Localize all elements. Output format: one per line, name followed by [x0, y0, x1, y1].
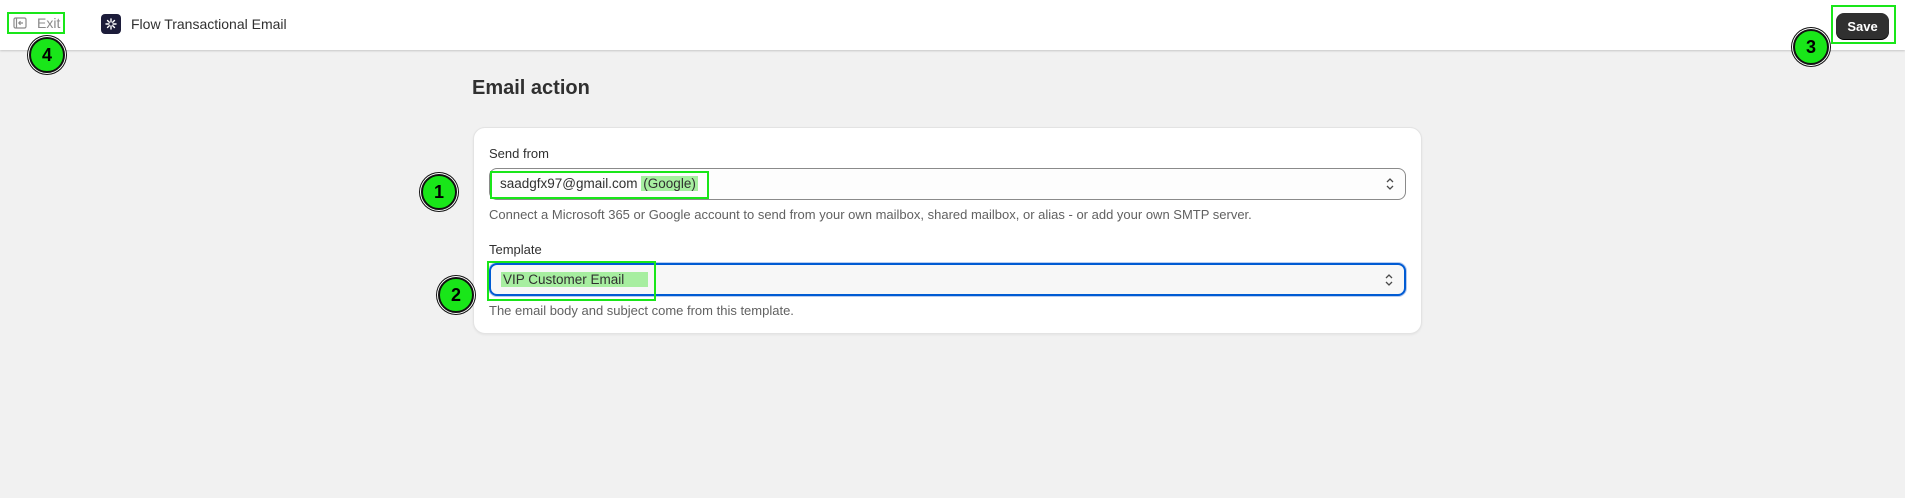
- send-from-email: saadgfx97@gmail.com: [500, 176, 638, 191]
- send-from-provider: (Google): [641, 176, 698, 191]
- template-value-text: VIP Customer Email: [501, 272, 649, 287]
- top-bar: Exit Flow Transactional Email Save: [0, 0, 1905, 50]
- annotation-marker-4: 4: [29, 37, 65, 73]
- app-title-text: Flow Transactional Email: [131, 16, 287, 32]
- app-title: Flow Transactional Email: [101, 14, 287, 34]
- annotation-marker-2: 2: [438, 277, 474, 313]
- save-button-highlight: Save: [1831, 5, 1896, 44]
- chevron-up-down-icon: [1385, 177, 1395, 191]
- send-from-select[interactable]: saadgfx97@gmail.com (Google): [489, 168, 1406, 200]
- send-from-value: saadgfx97@gmail.com (Google): [500, 176, 698, 191]
- annotation-marker-3: 3: [1793, 29, 1829, 65]
- save-button[interactable]: Save: [1836, 13, 1889, 39]
- page-title: Email action: [472, 77, 590, 99]
- template-help: The email body and subject come from thi…: [489, 303, 794, 318]
- template-label: Template: [489, 242, 542, 257]
- app-logo-icon: [101, 14, 121, 34]
- template-value: VIP Customer Email: [501, 272, 649, 287]
- send-from-label: Send from: [489, 146, 549, 161]
- email-action-card: Send from saadgfx97@gmail.com (Google) C…: [473, 127, 1422, 334]
- exit-label: Exit: [37, 15, 61, 31]
- send-from-help: Connect a Microsoft 365 or Google accoun…: [489, 207, 1252, 222]
- exit-icon: [13, 17, 27, 29]
- template-select[interactable]: VIP Customer Email: [489, 263, 1406, 296]
- chevron-up-down-icon: [1384, 273, 1394, 287]
- exit-button[interactable]: Exit: [7, 12, 65, 34]
- annotation-marker-1: 1: [421, 174, 457, 210]
